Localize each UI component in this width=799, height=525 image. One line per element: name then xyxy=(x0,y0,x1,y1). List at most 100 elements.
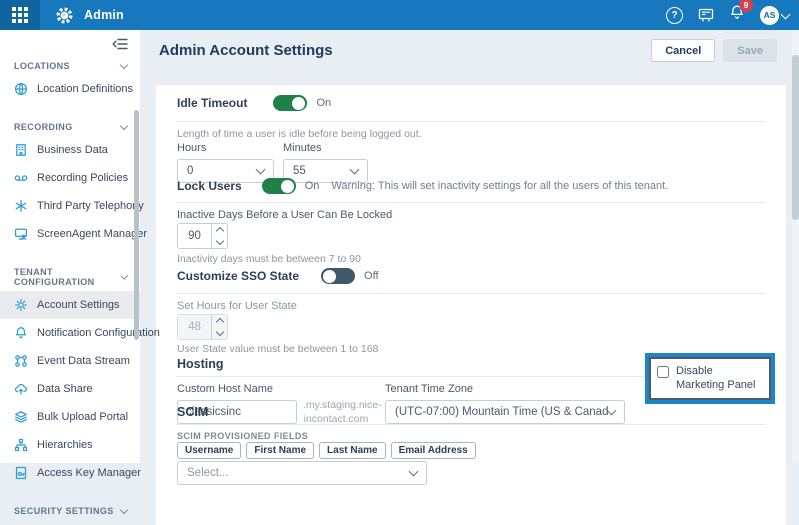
sidebar: LOCATIONS Location Definitions RECORDING… xyxy=(0,30,140,463)
sidebar-item-bulk-upload-portal[interactable]: Bulk Upload Portal xyxy=(0,403,140,431)
help-icon[interactable]: ? xyxy=(666,7,683,24)
cancel-button[interactable]: Cancel xyxy=(651,39,715,62)
globe-icon xyxy=(14,82,28,96)
sidebar-item-event-data-stream[interactable]: Event Data Stream xyxy=(0,347,140,375)
lock-users-toggle[interactable] xyxy=(262,178,296,194)
main-content: Admin Account Settings Cancel Save Idle … xyxy=(140,30,799,463)
scim-chip-username[interactable]: Username xyxy=(177,442,241,459)
section-label: SECURITY SETTINGS xyxy=(14,506,114,516)
chevron-up-icon xyxy=(215,318,223,326)
sidebar-item-account-settings[interactable]: Account Settings xyxy=(0,291,140,319)
sidebar-item-third-party-telephony[interactable]: Third Party Telephony xyxy=(0,192,140,220)
disable-marketing-checkbox[interactable] xyxy=(657,366,669,378)
gear-icon xyxy=(14,298,28,312)
hierarchy-icon xyxy=(14,438,28,452)
app-title: Admin xyxy=(84,8,124,22)
minutes-value: 55 xyxy=(293,165,306,177)
sidebar-item-hierarchies[interactable]: Hierarchies xyxy=(0,431,140,459)
divider xyxy=(177,293,765,294)
hours-field: Hours 0 xyxy=(177,142,274,183)
chevron-down-icon xyxy=(256,165,266,175)
topbar-actions: ? 9 AS xyxy=(666,4,799,26)
customize-sso-label: Customize SSO State xyxy=(177,269,299,283)
timezone-select[interactable]: (UTC-07:00) Mountain Time (US & Canada) xyxy=(385,400,625,424)
idle-timeout-state: On xyxy=(316,97,331,109)
admin-app-logo-icon xyxy=(55,6,74,25)
scim-field-chips: Username First Name Last Name Email Addr… xyxy=(177,442,476,459)
host-suffix: .my.staging.nice-incontact.com xyxy=(303,399,369,426)
customize-sso-row: Customize SSO State Off xyxy=(177,268,379,284)
divider xyxy=(177,121,765,122)
timezone-label: Tenant Time Zone xyxy=(385,383,625,395)
scim-provisioned-fields-label: SCIM PROVISIONED FIELDS xyxy=(177,431,308,441)
sidebar-section-recording[interactable]: RECORDING xyxy=(0,111,140,136)
sidebar-item-data-share[interactable]: Data Share xyxy=(0,375,140,403)
sidebar-item-notification-configuration[interactable]: Notification Configuration xyxy=(0,319,140,347)
sidebar-item-location-definitions[interactable]: Location Definitions xyxy=(0,75,140,103)
inactive-days-spinner[interactable]: 90 xyxy=(177,223,228,249)
scim-select-placeholder: Select... xyxy=(187,467,229,479)
scim-section-title: SCIM xyxy=(177,405,208,419)
scim-chip-last-name[interactable]: Last Name xyxy=(319,442,386,459)
account-menu[interactable]: AS xyxy=(760,6,789,25)
chevron-down-icon xyxy=(607,406,617,416)
sidebar-item-label: ScreenAgent Manager xyxy=(37,228,147,240)
collapse-sidebar-icon[interactable] xyxy=(112,38,128,50)
sidebar-item-business-data[interactable]: Business Data xyxy=(0,136,140,164)
sidebar-section-tenant-configuration[interactable]: TENANT CONFIGURATION xyxy=(0,256,140,291)
avatar: AS xyxy=(760,6,779,25)
sidebar-item-recording-policies[interactable]: Recording Policies xyxy=(0,164,140,192)
scim-chip-email-address[interactable]: Email Address xyxy=(391,442,476,459)
spinner-down-button xyxy=(212,327,227,339)
custom-host-label: Custom Host Name xyxy=(177,383,297,395)
sidebar-scrollbar-thumb[interactable] xyxy=(134,110,139,340)
sidebar-section-locations[interactable]: LOCATIONS xyxy=(0,50,140,75)
cloud-icon xyxy=(14,382,28,396)
chevron-down-icon xyxy=(215,328,223,336)
minutes-label: Minutes xyxy=(283,142,368,154)
minutes-field: Minutes 55 xyxy=(283,142,368,183)
screen-agent-icon xyxy=(14,227,28,241)
sidebar-item-label: Event Data Stream xyxy=(37,355,130,367)
page-title: Admin Account Settings xyxy=(159,42,333,59)
hours-label: Hours xyxy=(177,142,274,154)
customize-sso-toggle[interactable] xyxy=(321,268,355,284)
grid-icon xyxy=(12,7,28,23)
chevron-up-icon xyxy=(215,227,223,235)
save-button[interactable]: Save xyxy=(723,39,777,62)
chevron-down-icon xyxy=(120,61,128,69)
sidebar-item-label: Data Share xyxy=(37,383,93,395)
notification-badge: 9 xyxy=(739,0,753,12)
sidebar-item-label: Notification Configuration xyxy=(37,327,160,339)
section-label: LOCATIONS xyxy=(14,61,70,71)
chevron-down-icon xyxy=(120,122,128,130)
spinner-down-button[interactable] xyxy=(212,236,227,248)
app-launcher-button[interactable] xyxy=(0,0,40,30)
sidebar-item-label: Access Key Manager xyxy=(37,467,141,479)
key-document-icon xyxy=(14,466,28,480)
main-scrollbar-track[interactable] xyxy=(792,30,799,463)
timezone-field: Tenant Time Zone (UTC-07:00) Mountain Ti… xyxy=(385,383,625,424)
sidebar-item-access-key-manager[interactable]: Access Key Manager xyxy=(0,459,140,487)
chevron-down-icon xyxy=(120,506,128,514)
sidebar-item-screenagent-manager[interactable]: ScreenAgent Manager xyxy=(0,220,140,248)
set-hours-label: Set Hours for User State xyxy=(177,300,297,312)
disable-marketing-label: Disable Marketing Panel xyxy=(676,364,763,393)
scim-chip-first-name[interactable]: First Name xyxy=(246,442,314,459)
spinner-up-button[interactable] xyxy=(212,224,227,236)
timezone-value: (UTC-07:00) Mountain Time (US & Canada) xyxy=(395,406,608,418)
notifications-button[interactable]: 9 xyxy=(729,4,745,26)
sidebar-section-security-settings[interactable]: SECURITY SETTINGS xyxy=(0,495,140,520)
whats-new-icon[interactable] xyxy=(698,7,714,23)
scim-field-select[interactable]: Select... xyxy=(177,461,427,485)
bell-icon xyxy=(14,326,28,340)
settings-card: Idle Timeout On Length of time a user is… xyxy=(156,85,786,525)
section-label: TENANT CONFIGURATION xyxy=(14,267,122,287)
top-bar: Admin ? 9 AS xyxy=(0,0,799,30)
idle-timeout-toggle[interactable] xyxy=(273,95,307,111)
chevron-down-icon xyxy=(350,165,360,175)
set-hours-helper: User State value must be between 1 to 16… xyxy=(177,343,378,355)
inactive-days-value: 90 xyxy=(178,224,211,248)
main-scrollbar-thumb[interactable] xyxy=(792,55,799,220)
lock-users-row: Lock Users On Warning: This will set ina… xyxy=(177,178,668,194)
